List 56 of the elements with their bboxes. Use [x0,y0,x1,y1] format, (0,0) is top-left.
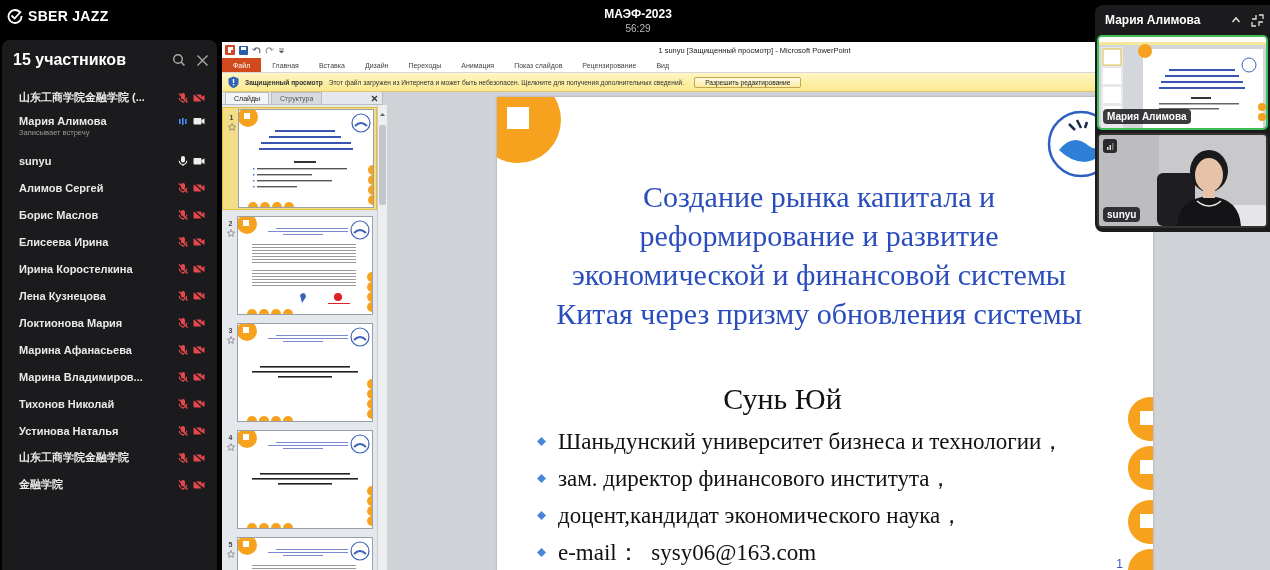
meeting-title: МАЭФ-2023 [604,6,672,21]
participant-name: Алимов Сергей [19,181,105,194]
scrollbar-thumb[interactable] [379,125,386,205]
star-icon [226,336,235,344]
participant-name: Тихонов Николай [19,397,116,410]
save-icon[interactable] [239,45,248,55]
slide-title: Создание рынка капитала и реформирование и развитие экономической и финансовой системы Китая через призму обновления системы [556,179,1082,332]
bullet-icon [537,437,546,446]
slide-author: Сунь Юй [722,381,843,417]
bullet-text: доцент,кандидат экономического наука， [558,502,964,530]
shield-icon [228,76,239,88]
dropdown-icon[interactable] [278,46,285,54]
participant-name: Марина Владимиров... [19,370,144,383]
exit-fullscreen-icon[interactable] [1251,13,1264,27]
undo-icon[interactable] [252,45,261,55]
participant-name: Устинова Наталья [19,424,120,437]
participants-heading: 15 участников [13,51,127,69]
participant-name: Елисеева Ирина [19,235,110,248]
star-icon [226,443,235,451]
search-icon[interactable] [172,53,186,67]
brand-name: SBER JAZZ [28,8,109,24]
slide-thumbnail[interactable] [239,110,373,207]
participant-label: sunyu [1103,207,1141,222]
speaker-name: Мария Алимова [1105,13,1202,27]
participant-name: Ирина Коростелкина [19,262,134,275]
close-icon[interactable] [196,53,209,67]
bullet-icon [537,548,546,557]
participant-name: Марина Афанасьева [19,343,133,356]
close-icon[interactable] [371,94,378,102]
signal-icon [1103,139,1117,153]
slide-thumbnail[interactable] [238,431,372,528]
participant-name: Мария Алимова [19,115,108,127]
star-icon [226,229,235,237]
star-icon [226,550,235,558]
slide-thumbnail[interactable] [238,217,372,314]
participant-name: sunyu [19,154,53,167]
participant-name: 山东工商学院金融学院 (... [19,90,146,105]
bullet-text: Шаньдунский университет бизнеса и технологии， [558,428,1065,456]
page-number: 1 [1116,557,1123,570]
participant-name: 金融学院 [19,477,64,492]
participant-label: Мария Алимова [1103,109,1191,124]
chevron-up-icon[interactable] [1231,16,1241,24]
slide-thumbnail[interactable] [238,324,372,421]
scroll-up-icon[interactable] [378,110,387,119]
presentation-app-icon [225,45,235,55]
participant-name: Лена Кузнецова [19,289,107,302]
bullet-text: e-mail： sysy06@163.com [558,539,817,567]
star-icon [227,123,236,131]
participant-name: Локтионова Мария [19,316,124,329]
check-circle-icon [7,8,23,24]
bullet-icon [537,511,546,520]
bullet-text: зам. директор финансового института， [558,465,953,493]
meeting-timer: 56:29 [625,22,651,34]
participant-name: Борис Маслов [19,208,100,221]
bullet-icon [537,474,546,483]
participant-name: 山东工商学院金融学院 [19,450,130,465]
